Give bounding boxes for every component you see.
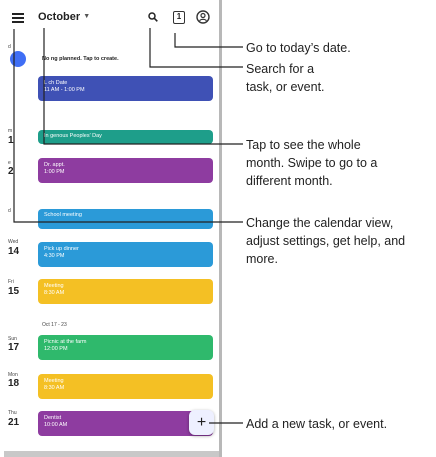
callout-menu-line2: adjust settings, get help, and — [246, 234, 406, 248]
account-icon[interactable] — [196, 10, 210, 24]
week-label: Oct 17 - 23 — [42, 322, 67, 328]
chevron-down-icon: ▼ — [83, 13, 91, 20]
event-time: 11 AM - 1:00 PM — [44, 87, 85, 93]
add-button[interactable]: + — [189, 410, 214, 435]
callout-today: Go to today’s date. — [246, 41, 351, 55]
event-title: Meeting — [44, 283, 64, 289]
callout-month-line3: different month. — [246, 174, 333, 188]
event-card[interactable]: Meeting 8:30 AM — [38, 279, 213, 304]
day-number: 17 — [8, 342, 20, 353]
event-title: Pick up dinner — [44, 246, 79, 252]
event-time: 4:30 PM — [44, 253, 65, 259]
app-bar: October ▼ 1 — [4, 0, 219, 36]
day-number: 15 — [8, 286, 20, 297]
event-time: 8:30 AM — [44, 290, 65, 296]
event-card[interactable]: School meeting — [38, 209, 213, 229]
event-time: 8:30 AM — [44, 385, 65, 391]
phone-screen: October ▼ 1 d No ng planned. Tap to creat… — [4, 0, 222, 457]
event-title: School meeting — [44, 212, 82, 218]
event-card[interactable]: Picnic at the farm 12:00 PM — [38, 335, 213, 360]
event-card[interactable]: Dentist 10:00 AM — [38, 411, 213, 436]
event-time: 12:00 PM — [44, 346, 68, 352]
callout-month-line1: Tap to see the whole — [246, 138, 361, 152]
callout-add: Add a new task, or event. — [246, 417, 388, 431]
day-label: d — [8, 44, 11, 50]
month-label: October — [38, 11, 81, 23]
day-label: m — [8, 128, 13, 134]
day-number: 14 — [8, 246, 20, 257]
callout-search-line1: Search for a — [246, 62, 315, 76]
event-title: L ch Date — [44, 80, 68, 86]
search-icon[interactable] — [148, 12, 158, 22]
event-title: In genous Peoples' Day — [44, 133, 102, 139]
day-number: 1 — [8, 135, 14, 146]
callout-search-line2: task, or event. — [246, 80, 325, 94]
menu-icon[interactable] — [12, 13, 24, 23]
month-selector[interactable]: October ▼ — [38, 11, 90, 23]
day-number: 21 — [8, 417, 20, 428]
day-label: Wed — [8, 239, 19, 245]
day-number: 2 — [8, 166, 14, 177]
event-title: Picnic at the farm — [44, 339, 87, 345]
today-marker — [10, 51, 26, 67]
day-label: Fri — [8, 279, 14, 285]
callout-menu-line1: Change the calendar view, — [246, 216, 394, 230]
event-card[interactable]: Pick up dinner 4:30 PM — [38, 242, 213, 267]
event-card[interactable]: In genous Peoples' Day — [38, 130, 213, 144]
day-label: Thu — [8, 410, 17, 416]
callout-month-line2: month. Swipe to go to a — [246, 156, 378, 170]
today-icon[interactable]: 1 — [173, 11, 185, 24]
event-title: Dr. appt. — [44, 162, 65, 168]
day-label: d — [8, 208, 11, 214]
nothing-planned-text[interactable]: No ng planned. Tap to create. — [42, 56, 119, 62]
event-card[interactable]: Meeting 8:30 AM — [38, 374, 213, 399]
add-icon: + — [196, 414, 207, 431]
day-number: 18 — [8, 378, 20, 389]
event-time: 1:00 PM — [44, 169, 65, 175]
event-card[interactable]: Dr. appt. 1:00 PM — [38, 158, 213, 183]
event-card[interactable]: L ch Date 11 AM - 1:00 PM — [38, 76, 213, 101]
event-title: Meeting — [44, 378, 64, 384]
event-time: 10:00 AM — [44, 422, 68, 428]
event-title: Dentist — [44, 415, 62, 421]
callout-menu-line3: more. — [246, 252, 278, 266]
